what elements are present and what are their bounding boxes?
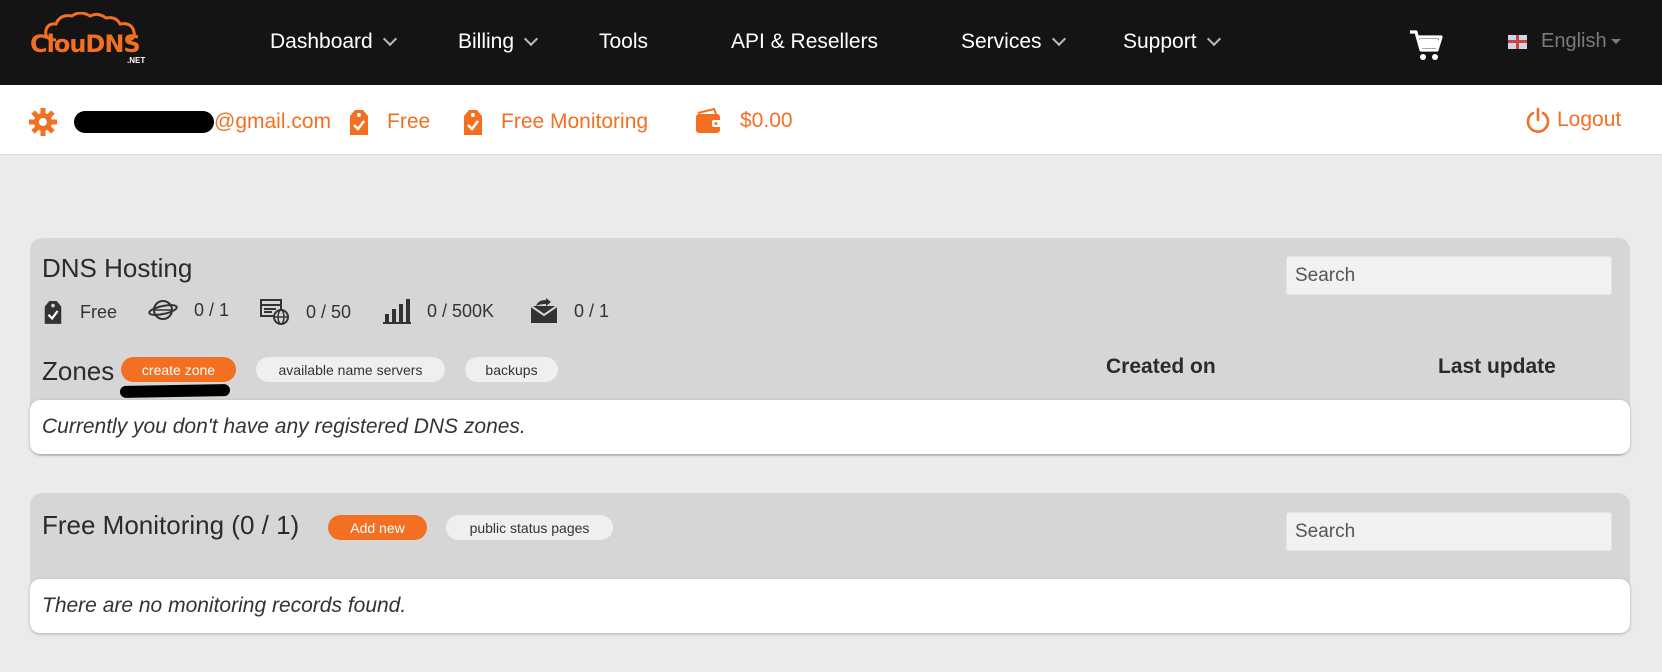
nav-api-resellers[interactable]: API & Resellers xyxy=(731,30,878,54)
redacted-email xyxy=(74,111,214,133)
tag-check-icon xyxy=(464,110,482,135)
nav-tools[interactable]: Tools xyxy=(599,30,648,54)
account-settings-link[interactable]: @gmail.com xyxy=(28,107,331,137)
account-bar: @gmail.com Free Free Monitoring $0.00 Lo… xyxy=(0,85,1662,155)
zones-label: Zones xyxy=(42,356,115,386)
dns-zones-empty-message: Currently you don't have any registered … xyxy=(42,415,526,438)
monitoring-search-input[interactable] xyxy=(1286,512,1612,551)
nav-services[interactable]: Services xyxy=(961,30,1066,54)
language-label: English xyxy=(1541,30,1607,52)
nav-billing[interactable]: Billing xyxy=(458,30,539,54)
chevron-down-icon xyxy=(1206,31,1221,47)
globe-icon xyxy=(148,300,178,320)
stat-records: 0 / 50 xyxy=(260,298,351,326)
language-selector[interactable]: English xyxy=(1508,30,1621,53)
wallet-icon xyxy=(696,107,722,133)
monitoring-empty-box: There are no monitoring records found. xyxy=(30,579,1630,633)
nav-dashboard-label: Dashboard xyxy=(270,30,373,53)
nav-tools-label: Tools xyxy=(599,30,649,53)
logo-net-text: .NET xyxy=(127,56,146,65)
tag-check-icon xyxy=(44,301,62,324)
cart-icon[interactable] xyxy=(1408,28,1444,62)
free-monitoring-title: Free Monitoring (0 / 1) xyxy=(42,510,300,540)
add-new-button[interactable]: Add new xyxy=(328,515,427,540)
public-status-pages-button[interactable]: public status pages xyxy=(446,515,613,540)
plan-link[interactable]: Free xyxy=(347,107,430,137)
stat-plan: Free xyxy=(42,298,117,326)
stat-mail-forwards: 0 / 1 xyxy=(530,298,609,324)
dns-hosting-title: DNS Hosting xyxy=(42,253,193,283)
stat-zones: 0 / 1 xyxy=(148,298,229,322)
tag-check-icon xyxy=(350,110,368,135)
stat-queries-value: 0 / 500K xyxy=(427,300,495,321)
mail-forward-icon xyxy=(530,298,558,323)
backups-button[interactable]: backups xyxy=(465,357,558,382)
logo-text: ClouDNS xyxy=(30,30,141,58)
stat-mail-forwards-value: 0 / 1 xyxy=(574,300,610,321)
chevron-down-icon xyxy=(523,31,539,47)
balance-value: $0.00 xyxy=(740,109,793,132)
stat-plan-value: Free xyxy=(80,301,118,322)
create-zone-button[interactable]: create zone xyxy=(121,357,236,382)
chevron-down-icon xyxy=(1051,31,1066,47)
balance-link[interactable]: $0.00 xyxy=(694,107,793,135)
uk-flag-icon xyxy=(1508,34,1527,49)
cloudns-logo[interactable]: ClouDNS .NET xyxy=(30,12,150,68)
power-icon xyxy=(1526,107,1550,133)
dns-zones-empty-box: Currently you don't have any registered … xyxy=(30,400,1630,454)
stat-queries: 0 / 500K xyxy=(383,298,494,324)
free-monitoring-panel: Free Monitoring (0 / 1) Add new public s… xyxy=(30,493,1630,633)
monitoring-plan-link[interactable]: Free Monitoring xyxy=(461,107,648,137)
nav-billing-label: Billing xyxy=(458,30,515,53)
column-created-on[interactable]: Created on xyxy=(1106,355,1216,379)
monitoring-empty-message: There are no monitoring records found. xyxy=(42,594,407,617)
nav-support[interactable]: Support xyxy=(1123,30,1221,54)
stat-zones-value: 0 / 1 xyxy=(194,299,230,320)
nav-services-label: Services xyxy=(961,30,1042,53)
server-globe-icon xyxy=(260,299,289,325)
chevron-down-icon xyxy=(382,31,397,47)
available-name-servers-button[interactable]: available name servers xyxy=(256,357,445,382)
plan-label: Free xyxy=(387,110,431,133)
nav-support-label: Support xyxy=(1123,30,1197,53)
top-navbar: ClouDNS .NET Dashboard Billing Tools API… xyxy=(0,0,1662,85)
dns-hosting-panel: DNS Hosting Free 0 / 1 0 / 50 xyxy=(30,238,1630,456)
stat-records-value: 0 / 50 xyxy=(306,301,352,322)
annotation-scribble xyxy=(119,384,231,398)
column-last-update[interactable]: Last update xyxy=(1438,355,1556,379)
logout-link[interactable]: Logout xyxy=(1525,107,1621,133)
logout-label: Logout xyxy=(1557,108,1622,131)
monitoring-plan-label: Free Monitoring xyxy=(501,110,649,133)
bar-chart-icon xyxy=(383,299,411,324)
nav-api-resellers-label: API & Resellers xyxy=(731,30,879,53)
caret-down-icon xyxy=(1610,39,1621,44)
email-suffix: @gmail.com xyxy=(214,110,332,133)
nav-dashboard[interactable]: Dashboard xyxy=(270,30,397,54)
dns-search-input[interactable] xyxy=(1286,256,1612,295)
gear-icon xyxy=(29,108,57,136)
